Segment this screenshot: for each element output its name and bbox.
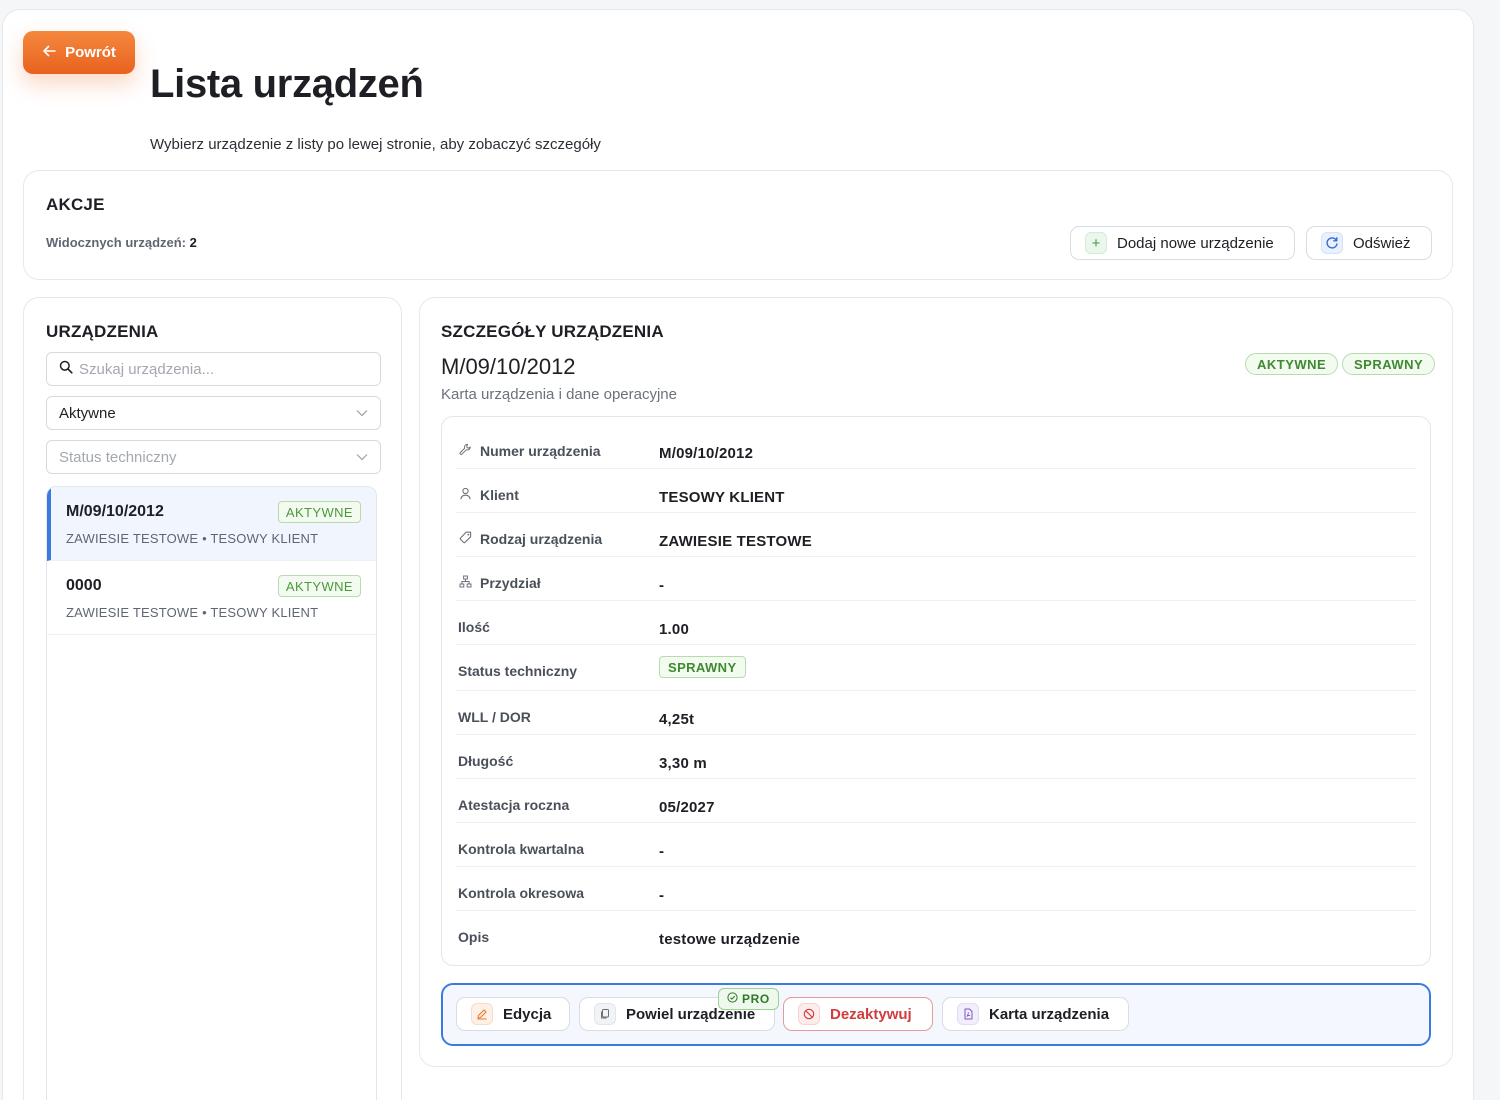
technical-status-placeholder: Status techniczny <box>59 448 177 466</box>
visible-count-label: Widocznych urządzeń: <box>46 235 187 250</box>
detail-label: Ilość <box>458 619 490 635</box>
device-card-button[interactable]: Karta urządzenia <box>942 997 1129 1031</box>
actions-card: AKCJE Widocznych urządzeń: 2 + Dodaj now… <box>23 170 1453 280</box>
detail-value: 4,25t <box>659 711 695 728</box>
pencil-icon <box>471 1003 493 1025</box>
deactivate-button[interactable]: Dezaktywuj <box>783 997 933 1031</box>
detail-value: ZAWIESIE TESTOWE <box>659 533 812 550</box>
detail-label: Przydział <box>480 575 541 591</box>
detail-row-wll: WLL / DOR 4,25t <box>456 691 1416 735</box>
detail-label: WLL / DOR <box>458 709 531 725</box>
device-action-bar: Edycja Powiel urządzenie PRO Dezaktywuj … <box>441 983 1431 1046</box>
activity-filter-select[interactable]: Aktywne <box>46 396 381 430</box>
wrench-icon <box>458 443 472 459</box>
detail-value: - <box>659 843 665 860</box>
copy-icon <box>594 1003 616 1025</box>
detail-label: Długość <box>458 753 514 769</box>
device-id-title: M/09/10/2012 <box>441 354 576 379</box>
back-button[interactable]: Powrót <box>23 31 135 74</box>
deactivate-label: Dezaktywuj <box>830 1005 912 1023</box>
refresh-button[interactable]: Odśwież <box>1306 226 1432 260</box>
status-badge: AKTYWNE <box>277 501 361 523</box>
detail-row-description: Opis testowe urządzenie <box>456 911 1416 955</box>
device-subtitle: Karta urządzenia i dane operacyjne <box>441 386 677 403</box>
detail-row-device-type: Rodzaj urządzenia ZAWIESIE TESTOWE <box>456 513 1416 557</box>
detail-row-periodic-inspection: Kontrola okresowa - <box>456 867 1416 911</box>
detail-row-device-number: Numer urządzenia M/09/10/2012 <box>456 425 1416 469</box>
search-input[interactable]: Szukaj urządzenia... <box>46 352 381 386</box>
arrow-left-icon <box>42 44 56 62</box>
add-device-label: Dodaj nowe urządzenie <box>1117 234 1274 252</box>
device-item-title: M/09/10/2012 <box>66 503 164 520</box>
pdf-file-icon <box>957 1003 979 1025</box>
detail-label: Kontrola kwartalna <box>458 841 585 857</box>
detail-value: M/09/10/2012 <box>659 445 754 462</box>
detail-label: Kontrola okresowa <box>458 885 585 901</box>
back-button-label: Powrót <box>65 44 116 61</box>
activity-filter-value: Aktywne <box>59 404 116 422</box>
user-icon <box>458 487 472 503</box>
detail-value: TESOWY KLIENT <box>659 489 785 506</box>
detail-row-assignment: Przydział - <box>456 557 1416 601</box>
detail-row-quarterly-inspection: Kontrola kwartalna - <box>456 823 1416 867</box>
visible-count-value: 2 <box>189 235 197 250</box>
pro-badge: PRO <box>718 988 779 1010</box>
device-list-item[interactable]: M/09/10/2012 AKTYWNE ZAWIESIE TESTOWE • … <box>47 487 376 561</box>
detail-row-annual-certification: Atestacja roczna 05/2027 <box>456 779 1416 823</box>
detail-value: 3,30 m <box>659 755 707 772</box>
detail-row-quantity: Ilość 1.00 <box>456 601 1416 645</box>
device-list: M/09/10/2012 AKTYWNE ZAWIESIE TESTOWE • … <box>46 486 377 1100</box>
technical-status-badge: SPRAWNY <box>659 656 746 678</box>
page-subtitle: Wybierz urządzenie z listy po lewej stro… <box>150 136 601 153</box>
search-placeholder: Szukaj urządzenia... <box>79 360 215 378</box>
detail-label: Rodzaj urządzenia <box>480 531 603 547</box>
ban-icon <box>798 1003 820 1025</box>
refresh-label: Odśwież <box>1353 234 1411 252</box>
visible-devices-count: Widocznych urządzeń: 2 <box>46 235 197 250</box>
add-device-button[interactable]: + Dodaj nowe urządzenie <box>1070 226 1295 260</box>
detail-label: Klient <box>480 487 519 503</box>
detail-value: - <box>659 887 665 904</box>
device-details-card: SZCZEGÓŁY URZĄDZENIA M/09/10/2012 Karta … <box>419 297 1453 1067</box>
detail-row-length: Długość 3,30 m <box>456 735 1416 779</box>
devices-card: URZĄDZENIA Szukaj urządzenia... Aktywne … <box>23 297 402 1100</box>
detail-value: - <box>659 577 665 594</box>
technical-status-select[interactable]: Status techniczny <box>46 440 381 474</box>
edit-label: Edycja <box>503 1005 552 1023</box>
device-card-label: Karta urządzenia <box>989 1005 1110 1023</box>
detail-label: Status techniczny <box>458 663 578 679</box>
detail-label: Opis <box>458 929 490 945</box>
detail-label: Atestacja roczna <box>458 797 570 813</box>
active-status-pill: AKTYWNE <box>1245 353 1339 375</box>
chevron-down-icon <box>356 406 368 420</box>
page-title: Lista urządzeń <box>150 62 424 106</box>
device-item-title: 0000 <box>66 577 102 594</box>
detail-row-client: Klient TESOWY KLIENT <box>456 469 1416 513</box>
status-badge: AKTYWNE <box>277 575 361 597</box>
refresh-icon <box>1321 232 1343 254</box>
edit-button[interactable]: Edycja <box>456 997 570 1031</box>
detail-label: Numer urządzenia <box>480 443 601 459</box>
detail-value: testowe urządzenie <box>659 931 801 948</box>
devices-heading: URZĄDZENIA <box>46 322 159 341</box>
device-item-subtitle: ZAWIESIE TESTOWE • TESOWY KLIENT <box>66 605 319 620</box>
technical-status-pill: SPRAWNY <box>1342 353 1436 375</box>
tag-icon <box>458 531 472 547</box>
pro-label: PRO <box>742 992 770 1006</box>
search-icon <box>59 360 73 378</box>
detail-value: 1.00 <box>659 621 689 638</box>
hierarchy-icon <box>458 575 472 591</box>
check-circle-icon <box>727 992 738 1006</box>
details-table: Numer urządzenia M/09/10/2012 Klient TES… <box>441 416 1431 966</box>
actions-heading: AKCJE <box>46 195 105 214</box>
details-heading: SZCZEGÓŁY URZĄDZENIA <box>441 322 664 341</box>
device-item-subtitle: ZAWIESIE TESTOWE • TESOWY KLIENT <box>66 531 319 546</box>
chevron-down-icon <box>356 450 368 464</box>
detail-row-technical-status: Status techniczny SPRAWNY <box>456 645 1416 691</box>
detail-value: 05/2027 <box>659 799 715 816</box>
device-list-item[interactable]: 0000 AKTYWNE ZAWIESIE TESTOWE • TESOWY K… <box>47 561 376 635</box>
plus-icon: + <box>1085 232 1107 254</box>
